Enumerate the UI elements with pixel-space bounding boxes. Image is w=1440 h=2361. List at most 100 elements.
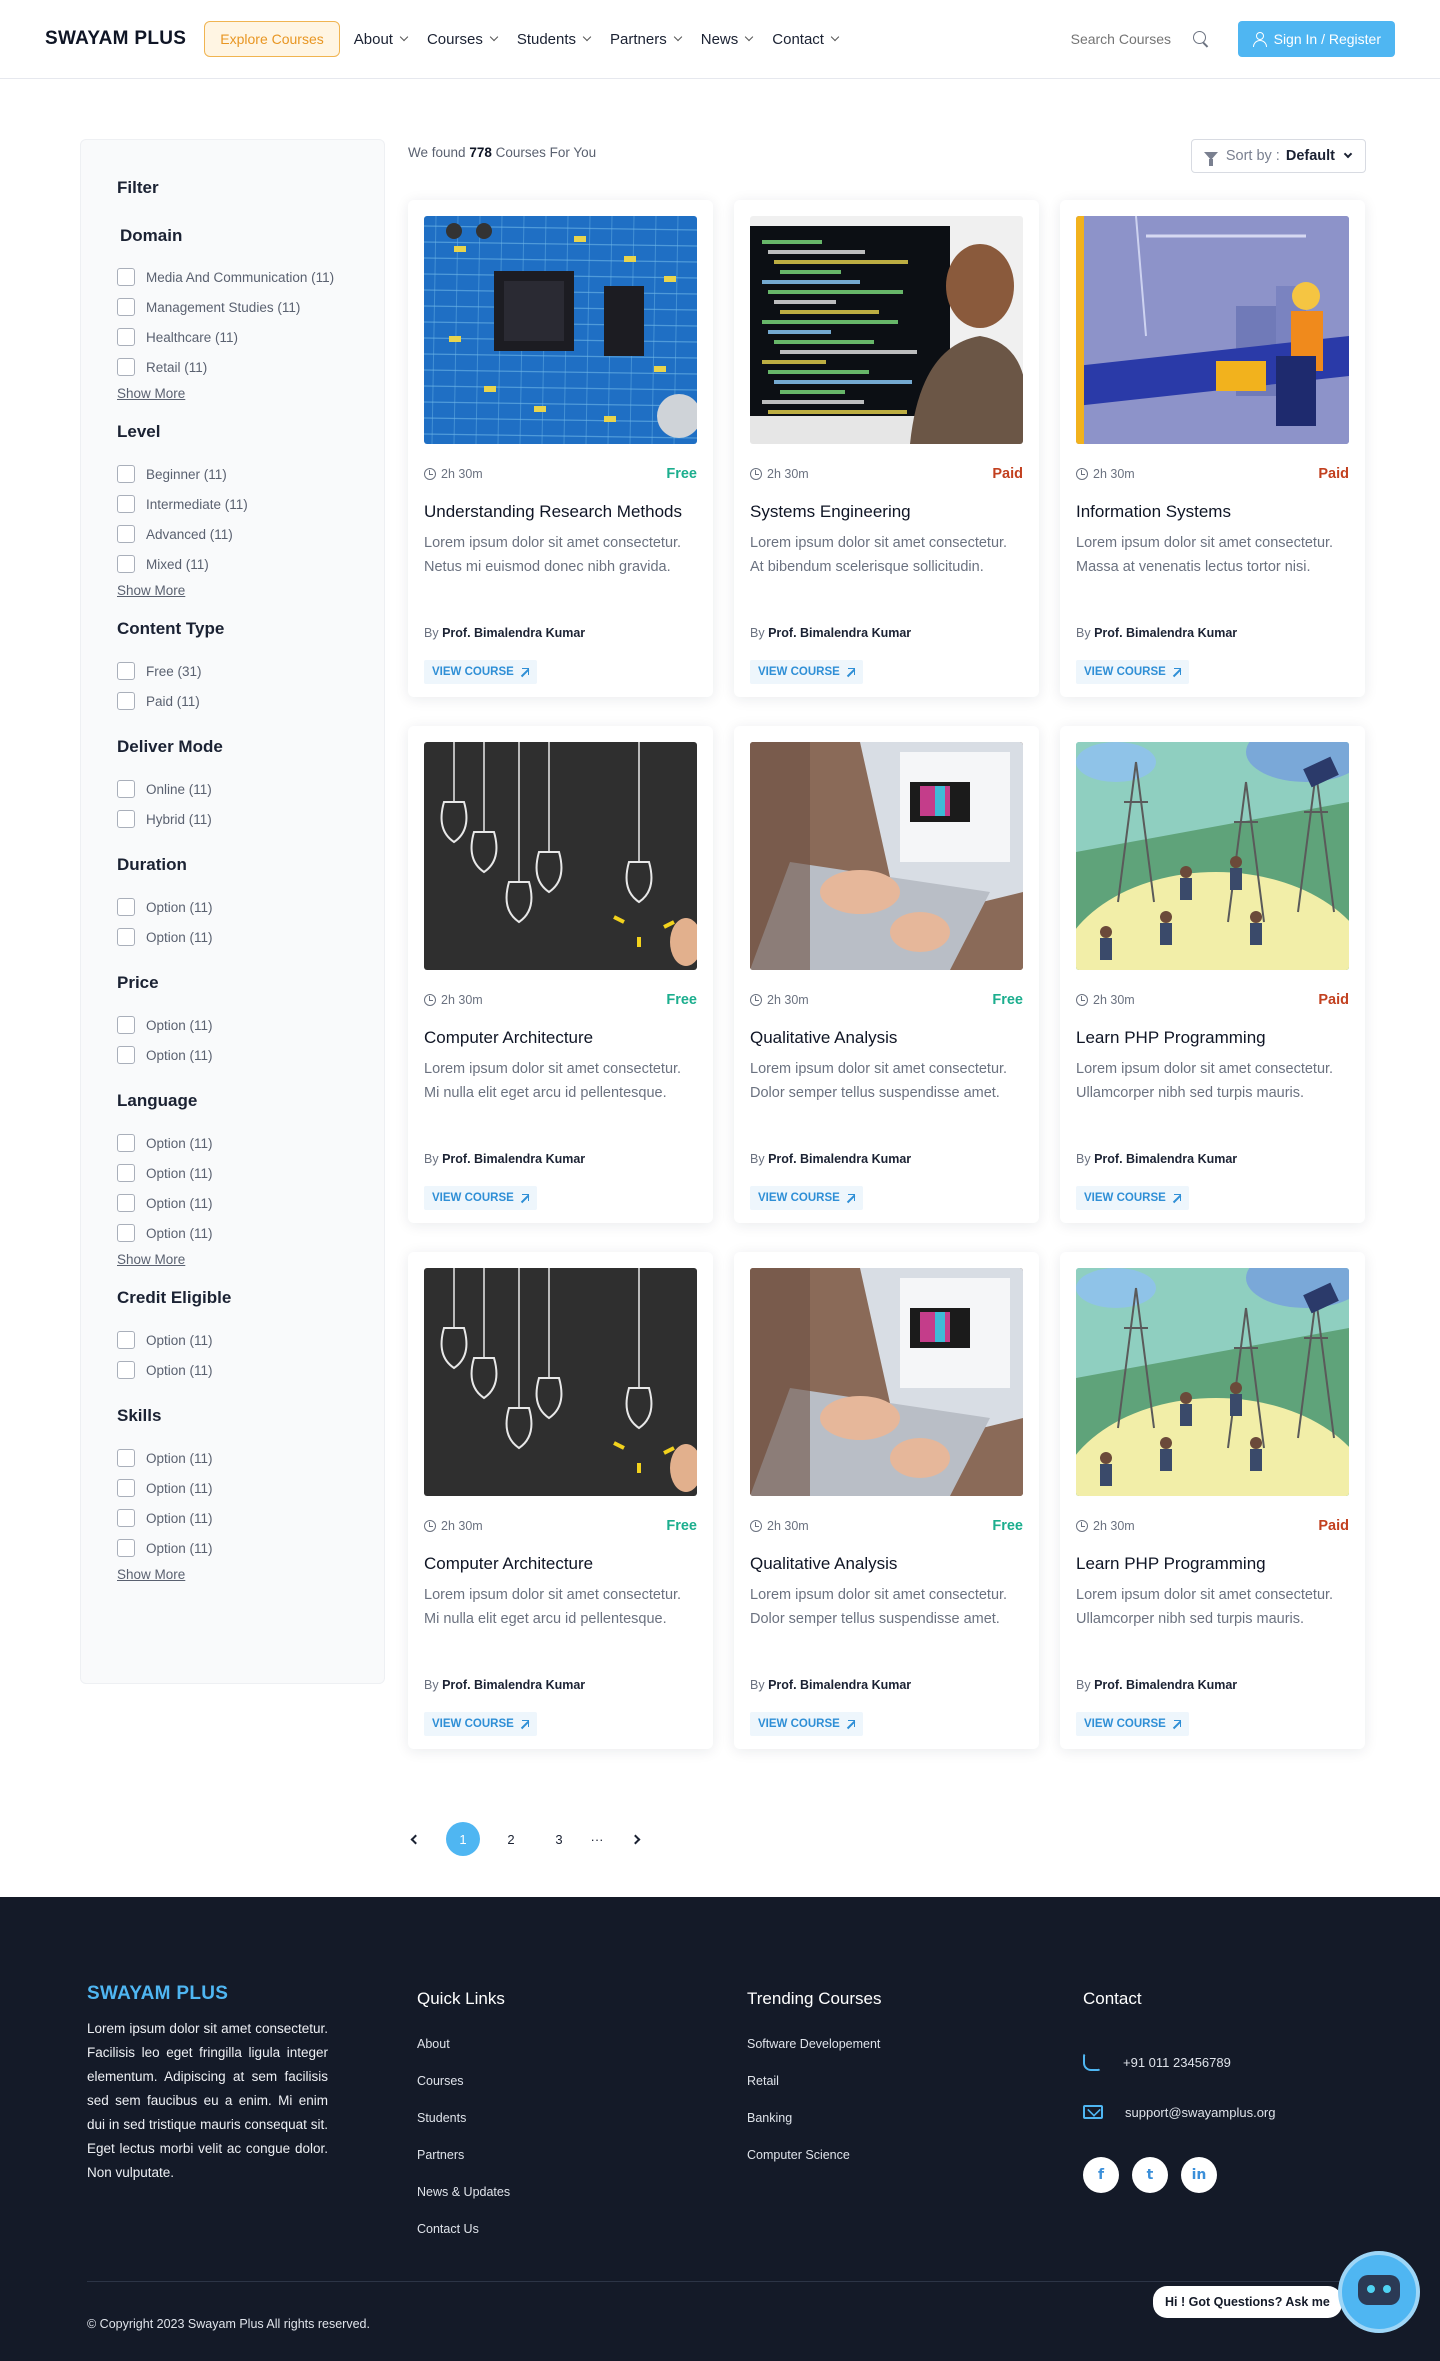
course-card[interactable]: 2h 30m Free Computer Architecture Lorem … bbox=[408, 726, 713, 1223]
page-3-button[interactable]: 3 bbox=[542, 1822, 576, 1856]
nav-students[interactable]: Students bbox=[517, 31, 592, 48]
checkbox[interactable] bbox=[117, 495, 135, 513]
filter-option[interactable]: Beginner (11) bbox=[117, 459, 348, 489]
course-thumbnail[interactable] bbox=[750, 1268, 1023, 1496]
filter-option[interactable]: Option (11) bbox=[117, 1533, 348, 1563]
explore-courses-button[interactable]: Explore Courses bbox=[204, 21, 340, 57]
footer-link-contact[interactable]: Contact Us bbox=[417, 2222, 510, 2259]
checkbox[interactable] bbox=[117, 780, 135, 798]
search-icon[interactable] bbox=[1192, 31, 1209, 47]
filter-option[interactable]: Intermediate (11) bbox=[117, 489, 348, 519]
course-thumbnail[interactable] bbox=[424, 1268, 697, 1496]
nav-news[interactable]: News bbox=[701, 31, 754, 48]
filter-option[interactable]: Option (11) bbox=[117, 892, 348, 922]
footer-email[interactable]: support@swayamplus.org bbox=[1083, 2087, 1275, 2137]
course-thumbnail[interactable] bbox=[424, 216, 697, 444]
show-more-link[interactable]: Show More bbox=[117, 583, 348, 598]
filter-option[interactable]: Media And Communication (11) bbox=[117, 262, 348, 292]
view-course-button[interactable]: VIEW COURSE bbox=[424, 1186, 537, 1210]
course-title[interactable]: Computer Architecture bbox=[424, 1554, 697, 1574]
trending-link[interactable]: Computer Science bbox=[747, 2148, 882, 2185]
twitter-icon[interactable]: t bbox=[1132, 2157, 1168, 2193]
course-thumbnail[interactable] bbox=[1076, 1268, 1349, 1496]
linkedin-icon[interactable]: in bbox=[1181, 2157, 1217, 2193]
signin-register-button[interactable]: Sign In / Register bbox=[1237, 21, 1395, 57]
course-card[interactable]: 2h 30m Free Qualitative Analysis Lorem i… bbox=[734, 726, 1039, 1223]
checkbox[interactable] bbox=[117, 1046, 135, 1064]
course-card[interactable]: 2h 30m Free Understanding Research Metho… bbox=[408, 200, 713, 697]
checkbox[interactable] bbox=[117, 1164, 135, 1182]
view-course-button[interactable]: VIEW COURSE bbox=[1076, 1712, 1189, 1736]
checkbox[interactable] bbox=[117, 662, 135, 680]
course-thumbnail[interactable] bbox=[1076, 742, 1349, 970]
course-card[interactable]: 2h 30m Paid Learn PHP Programming Lorem … bbox=[1060, 1252, 1365, 1749]
checkbox[interactable] bbox=[117, 1361, 135, 1379]
show-more-link[interactable]: Show More bbox=[117, 1567, 348, 1582]
checkbox[interactable] bbox=[117, 1479, 135, 1497]
filter-option[interactable]: Option (11) bbox=[117, 1355, 348, 1385]
view-course-button[interactable]: VIEW COURSE bbox=[750, 660, 863, 684]
checkbox[interactable] bbox=[117, 555, 135, 573]
view-course-button[interactable]: VIEW COURSE bbox=[750, 1186, 863, 1210]
page-2-button[interactable]: 2 bbox=[494, 1822, 528, 1856]
pagination-prev[interactable] bbox=[398, 1822, 432, 1856]
footer-link-about[interactable]: About bbox=[417, 2037, 510, 2074]
filter-option[interactable]: Paid (11) bbox=[117, 686, 348, 716]
filter-option[interactable]: Free (31) bbox=[117, 656, 348, 686]
page-1-button[interactable]: 1 bbox=[446, 1822, 480, 1856]
show-more-link[interactable]: Show More bbox=[117, 386, 348, 401]
checkbox[interactable] bbox=[117, 268, 135, 286]
filter-option[interactable]: Option (11) bbox=[117, 1188, 348, 1218]
footer-logo[interactable]: SWAYAM PLUS bbox=[87, 1983, 228, 2005]
checkbox[interactable] bbox=[117, 1134, 135, 1152]
nav-contact[interactable]: Contact bbox=[772, 31, 840, 48]
checkbox[interactable] bbox=[117, 898, 135, 916]
filter-option[interactable]: Mixed (11) bbox=[117, 549, 348, 579]
course-thumbnail[interactable] bbox=[750, 742, 1023, 970]
footer-phone[interactable]: +91 011 23456789 bbox=[1083, 2037, 1275, 2087]
course-title[interactable]: Systems Engineering bbox=[750, 502, 1023, 522]
trending-link[interactable]: Banking bbox=[747, 2111, 882, 2148]
course-card[interactable]: 2h 30m Free Computer Architecture Lorem … bbox=[408, 1252, 713, 1749]
checkbox[interactable] bbox=[117, 928, 135, 946]
view-course-button[interactable]: VIEW COURSE bbox=[1076, 660, 1189, 684]
filter-option[interactable]: Retail (11) bbox=[117, 352, 348, 382]
checkbox[interactable] bbox=[117, 1449, 135, 1467]
checkbox[interactable] bbox=[117, 465, 135, 483]
filter-option[interactable]: Option (11) bbox=[117, 1158, 348, 1188]
filter-option[interactable]: Option (11) bbox=[117, 1443, 348, 1473]
checkbox[interactable] bbox=[117, 298, 135, 316]
filter-option[interactable]: Option (11) bbox=[117, 922, 348, 952]
filter-option[interactable]: Advanced (11) bbox=[117, 519, 348, 549]
course-title[interactable]: Qualitative Analysis bbox=[750, 1554, 1023, 1574]
course-card[interactable]: 2h 30m Paid Information Systems Lorem ip… bbox=[1060, 200, 1365, 697]
filter-option[interactable]: Option (11) bbox=[117, 1128, 348, 1158]
view-course-button[interactable]: VIEW COURSE bbox=[424, 660, 537, 684]
filter-option[interactable]: Healthcare (11) bbox=[117, 322, 348, 352]
footer-link-news[interactable]: News & Updates bbox=[417, 2185, 510, 2222]
trending-link[interactable]: Retail bbox=[747, 2074, 882, 2111]
trending-link[interactable]: Software Developement bbox=[747, 2037, 882, 2074]
nav-courses[interactable]: Courses bbox=[427, 31, 499, 48]
checkbox[interactable] bbox=[117, 525, 135, 543]
checkbox[interactable] bbox=[117, 692, 135, 710]
filter-option[interactable]: Hybrid (11) bbox=[117, 804, 348, 834]
course-thumbnail[interactable] bbox=[1076, 216, 1349, 444]
course-title[interactable]: Qualitative Analysis bbox=[750, 1028, 1023, 1048]
course-card[interactable]: 2h 30m Free Qualitative Analysis Lorem i… bbox=[734, 1252, 1039, 1749]
view-course-button[interactable]: VIEW COURSE bbox=[424, 1712, 537, 1736]
search-input[interactable] bbox=[1070, 31, 1181, 47]
checkbox[interactable] bbox=[117, 1509, 135, 1527]
course-title[interactable]: Learn PHP Programming bbox=[1076, 1554, 1349, 1574]
course-title[interactable]: Understanding Research Methods bbox=[424, 502, 697, 522]
filter-option[interactable]: Option (11) bbox=[117, 1473, 348, 1503]
filter-option[interactable]: Option (11) bbox=[117, 1218, 348, 1248]
filter-option[interactable]: Option (11) bbox=[117, 1010, 348, 1040]
checkbox[interactable] bbox=[117, 1224, 135, 1242]
checkbox[interactable] bbox=[117, 1194, 135, 1212]
pagination-next[interactable] bbox=[618, 1822, 652, 1856]
filter-option[interactable]: Online (11) bbox=[117, 774, 348, 804]
chat-prompt[interactable]: Hi ! Got Questions? Ask me bbox=[1153, 2286, 1342, 2318]
course-title[interactable]: Computer Architecture bbox=[424, 1028, 697, 1048]
site-logo[interactable]: SWAYAM PLUS bbox=[45, 28, 186, 50]
